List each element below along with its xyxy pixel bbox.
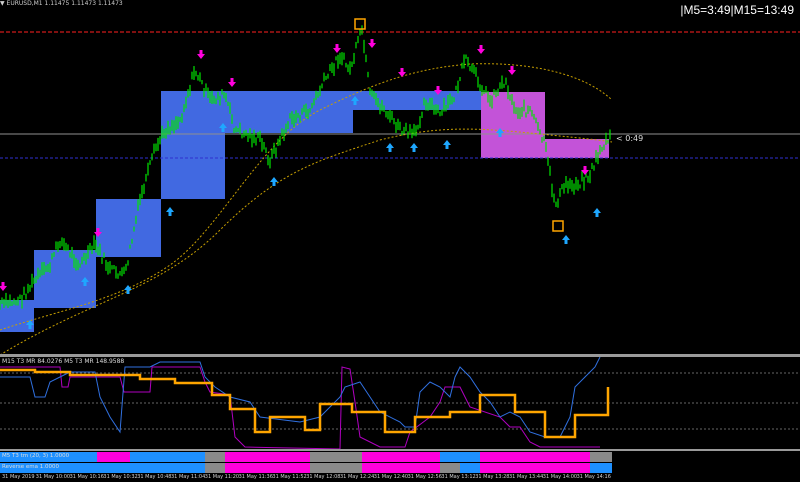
trend-bar-segment (310, 463, 362, 473)
m5-line (0, 366, 600, 450)
time-axis-label: 31 May 14:16 (576, 474, 611, 480)
arrow-down-icon (228, 78, 236, 87)
trend-bar-segment (440, 452, 480, 462)
time-axis: 31 May 2019 31 May 10:00 31 May 10:16 31 Ma… (0, 474, 800, 482)
trend-bar-segment (500, 452, 590, 462)
time-axis-label: 31 May 12:08 (306, 474, 341, 480)
blue-zone-box (96, 199, 161, 257)
arrow-down-icon (368, 39, 376, 48)
time-axis-label: 31 May 13:28 (475, 474, 510, 480)
signal-square-bottom (552, 220, 564, 232)
m15-line (0, 357, 601, 438)
time-axis-label: 31 May 12:56 (407, 474, 442, 480)
time-axis-label: 31 May 10:00 (35, 474, 71, 480)
trend-bar-segment (590, 452, 612, 462)
trend-bar-segment (460, 463, 480, 473)
arrow-up-icon (270, 177, 278, 186)
arrow-up-icon (410, 143, 418, 152)
arrow-down-icon (477, 45, 485, 54)
trend-bar-segment (225, 463, 310, 473)
symbol-info: ▼ EURUSD,M1 1.11475 1.11473 1.11473 (0, 0, 123, 7)
time-axis-label: 31 May 12:24 (340, 474, 375, 480)
arrow-up-icon (562, 235, 570, 244)
indicator-label: M15 T3 MR 84.0276 M5 T3 MR 148.9588 (2, 358, 125, 365)
time-axis-label: 31 May 12:40 (373, 474, 409, 480)
arrow-up-icon (166, 207, 174, 216)
trend-bar-segment (500, 463, 590, 473)
trend-bar-segment (130, 452, 205, 462)
arrow-up-icon (593, 208, 601, 217)
arrow-up-icon (124, 285, 132, 294)
blue-zone-box (34, 250, 96, 308)
time-axis-label: 31 May 11:20 (204, 474, 240, 480)
trend-bar-segment (480, 452, 500, 462)
trend-bar-segment (590, 463, 612, 473)
time-axis-label: 31 May 13:12 (441, 474, 476, 480)
price-chart[interactable] (0, 0, 800, 355)
trend-bars-panel[interactable] (0, 451, 800, 475)
time-axis-label: 31 May 11:36 (238, 474, 273, 480)
arrow-down-icon (0, 282, 7, 291)
time-axis-label: 31 May 10:48 (137, 474, 172, 480)
time-axis-label: 31 May 2019 (2, 474, 35, 480)
time-axis-label: 31 May 11:04 (171, 474, 206, 480)
time-axis-label: 31 May 13:44 (509, 474, 544, 480)
trend-bar-segment (362, 452, 440, 462)
zone-boxes (0, 91, 609, 332)
arrow-up-icon (386, 143, 394, 152)
trend-bar-segment (480, 463, 500, 473)
trend-bar-segment (310, 452, 362, 462)
bars-row1-label: M5 T3 tm (20, 3) 1.0000 (2, 453, 70, 459)
arrow-up-icon (443, 140, 451, 149)
trend-bar-segment (205, 463, 225, 473)
arrow-down-icon (508, 66, 516, 75)
arrow-down-icon (197, 50, 205, 59)
bars-row2-label: Reverse ema 1.0000 (2, 464, 59, 470)
time-axis-label: 31 May 14:00 (542, 474, 578, 480)
blue-zone-box (225, 91, 353, 133)
blue-zone-box (161, 91, 225, 199)
arrow-down-icon (398, 68, 406, 77)
indicator-panel[interactable] (0, 357, 800, 450)
ma-slow-line (0, 128, 613, 355)
arrow-down-icon (333, 44, 341, 53)
trend-bar-segment (205, 452, 225, 462)
price-label: < 0:49 (616, 134, 644, 143)
signal-square-top (354, 18, 366, 30)
time-axis-label: 31 May 10:32 (103, 474, 138, 480)
timer-display: |M5=3:49|M15=13:49 (680, 3, 794, 17)
trend-bar-segment (362, 463, 440, 473)
trend-bar-segment (225, 452, 310, 462)
time-axis-label: 31 May 10:16 (69, 474, 104, 480)
time-axis-label: 31 May 11:52 (272, 474, 307, 480)
trend-bar-segment (440, 463, 460, 473)
trend-bar-segment (97, 452, 130, 462)
